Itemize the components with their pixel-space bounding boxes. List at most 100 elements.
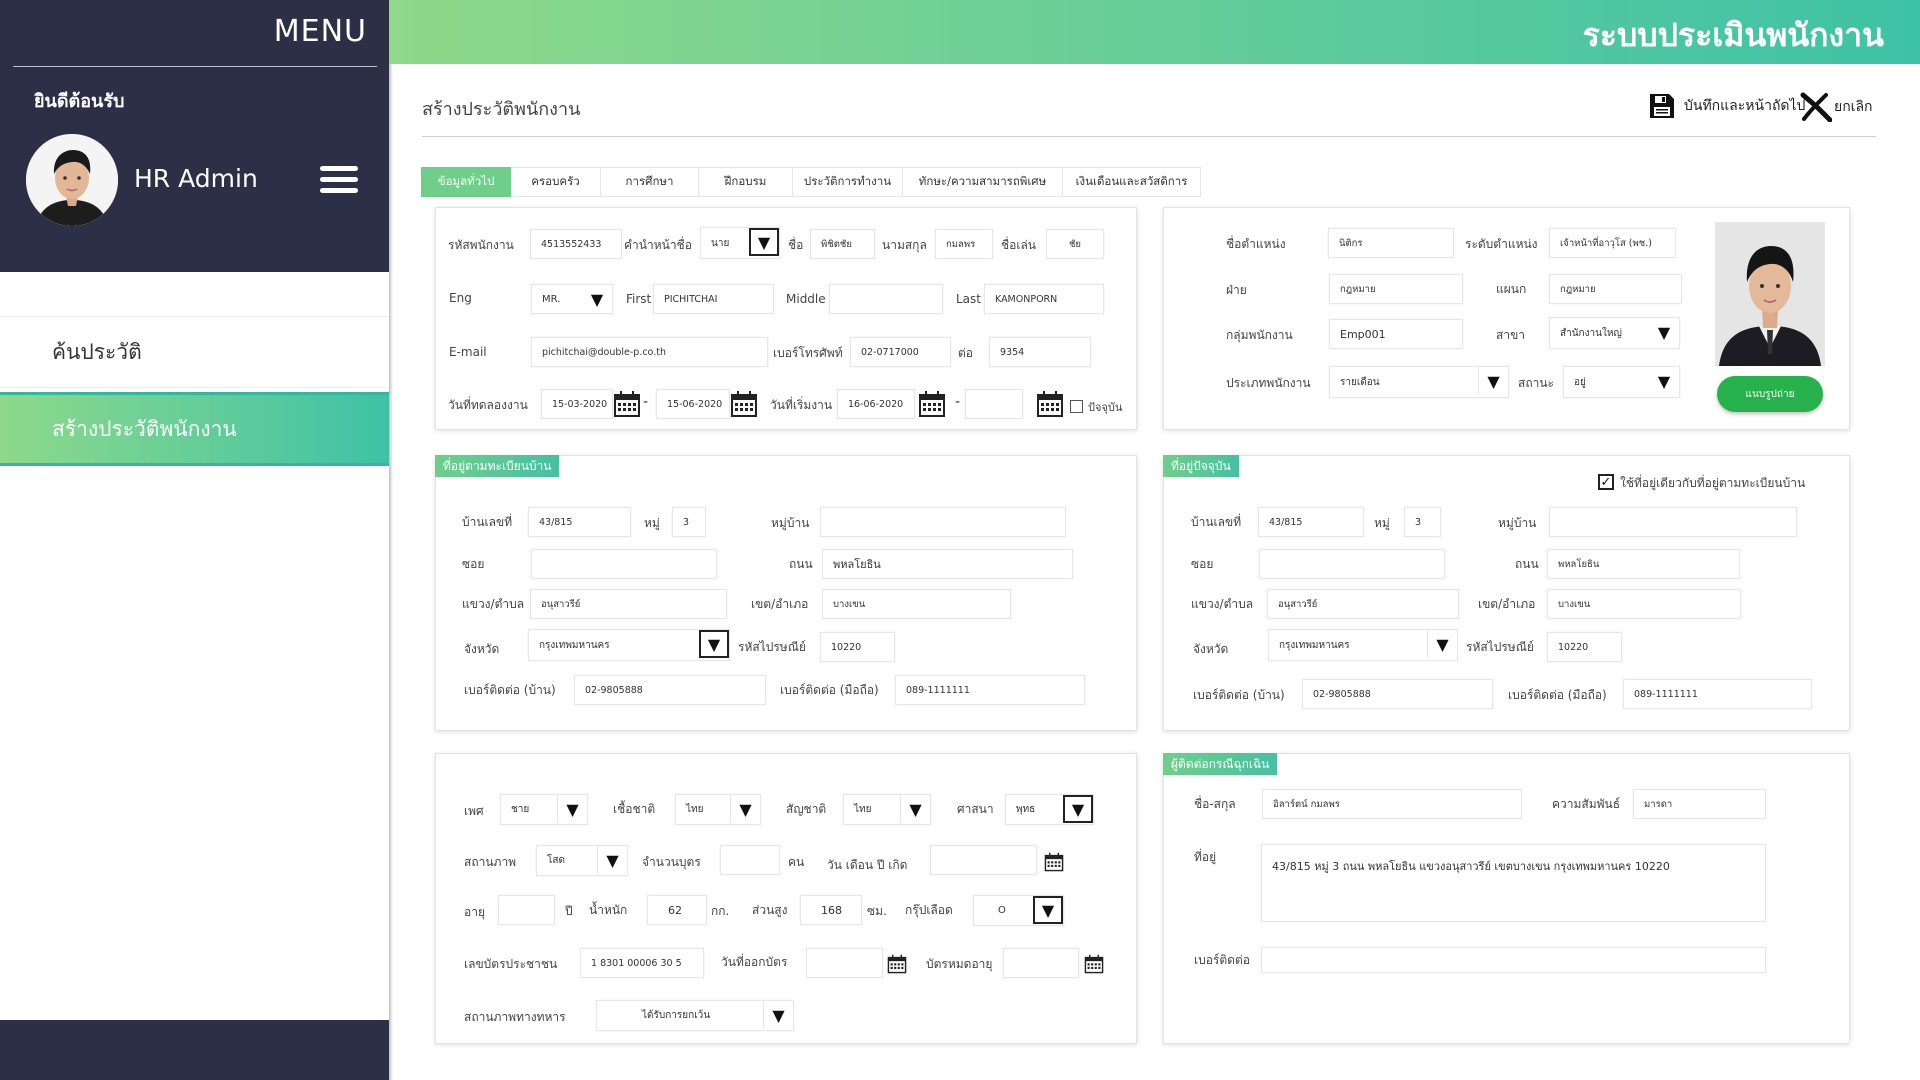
position-level-input[interactable]: เจ้าหน้าที่อาวุโส (พช.) — [1549, 228, 1676, 258]
reg-province-select[interactable]: กรุงเทพมหานคร ▼ — [528, 629, 730, 661]
department-input[interactable]: กฎหมาย — [1549, 274, 1682, 304]
issue-date-input[interactable] — [806, 948, 883, 978]
marital-select[interactable]: โสด ▼ — [536, 845, 628, 876]
nationality-select[interactable]: ไทย ▼ — [843, 794, 931, 825]
phone-label: เบอร์โทรศัพท์ — [773, 346, 843, 360]
calendar-icon[interactable] — [918, 390, 946, 418]
emp-id-input[interactable]: 4513552433 — [530, 229, 622, 259]
reg-zip-label: รหัสไปรษณีย์ — [738, 640, 806, 654]
reg-province-label: จังหวัด — [464, 642, 500, 656]
reg-home-phone-label: เบอร์ติดต่อ (บ้าน) — [464, 683, 556, 697]
emergency-address-textarea[interactable]: 43/815 หมู่ 3 ถนน พหลโยธิน แขวงอนุสาวรีย… — [1261, 844, 1766, 922]
cur-province-select[interactable]: กรุงเทพมหานคร ▼ — [1268, 629, 1458, 661]
emergency-phone-input[interactable] — [1261, 947, 1766, 973]
height-input[interactable]: 168 — [800, 895, 862, 925]
emp-type-select[interactable]: รายเดือน ▼ — [1329, 366, 1509, 398]
nickname-input[interactable]: ชัย — [1046, 229, 1104, 259]
reg-home-phone-input[interactable]: 02-9805888 — [574, 675, 766, 705]
eng-prefix-select[interactable]: MR. ▼ — [531, 284, 613, 314]
dob-input[interactable] — [930, 845, 1037, 875]
weight-input[interactable]: 62 — [647, 895, 707, 925]
blood-select[interactable]: O ▼ — [973, 895, 1064, 926]
cur-district-input[interactable]: บางเขน — [1547, 589, 1741, 619]
children-input[interactable] — [720, 845, 780, 875]
reg-house-input[interactable]: 43/815 — [528, 507, 631, 537]
tab-skills[interactable]: ทักษะ/ความสามารถพิเศษ — [903, 167, 1063, 197]
tab-work-history[interactable]: ประวัติการทำงาน — [793, 167, 903, 197]
sidebar-item-label: ค้นประวัติ — [52, 339, 142, 364]
reg-mobile-input[interactable]: 089-1111111 — [895, 675, 1085, 705]
reg-soi-input[interactable] — [531, 549, 717, 579]
cur-home-phone-input[interactable]: 02-9805888 — [1302, 679, 1493, 709]
cur-subdistrict-input[interactable]: อนุสาวรีย์ — [1267, 589, 1459, 619]
tab-education[interactable]: การศึกษา — [601, 167, 699, 197]
last-en-label: Last — [956, 292, 981, 306]
age-input[interactable] — [498, 895, 555, 925]
ext-input[interactable]: 9354 — [989, 337, 1091, 367]
status-select[interactable]: อยู่ ▼ — [1563, 366, 1680, 398]
emp-group-input[interactable]: Emp001 — [1329, 319, 1463, 349]
emp-type-value: รายเดือน — [1340, 376, 1380, 388]
cur-zip-input[interactable]: 10220 — [1547, 632, 1622, 662]
calendar-icon[interactable] — [887, 954, 907, 974]
tab-family[interactable]: ครอบครัว — [511, 167, 601, 197]
hamburger-menu-icon[interactable] — [320, 166, 358, 194]
emergency-name-input[interactable]: อิลาร์ตน์ กมลพร — [1262, 789, 1522, 819]
reg-moo-input[interactable]: 3 — [672, 507, 706, 537]
cur-house-input[interactable]: 43/815 — [1258, 507, 1364, 537]
first-name-input[interactable]: พิชิตชัย — [810, 229, 875, 259]
current-checkbox[interactable] — [1070, 400, 1083, 413]
first-en-input[interactable]: PICHITCHAI — [653, 284, 774, 314]
reg-village-input[interactable] — [820, 507, 1066, 537]
tab-training[interactable]: ฝึกอบรม — [699, 167, 793, 197]
cur-soi-input[interactable] — [1259, 549, 1445, 579]
calendar-icon[interactable] — [730, 390, 758, 418]
menu-label: MENU — [273, 14, 367, 49]
phone-input[interactable]: 02-0717000 — [850, 337, 951, 367]
email-input[interactable]: pichitchai@double-p.co.th — [531, 337, 768, 367]
religion-select[interactable]: พุทธ ▼ — [1005, 794, 1094, 825]
sidebar-item-create[interactable]: สร้างประวัติพนักงาน — [0, 392, 389, 466]
race-select[interactable]: ไทย ▼ — [675, 794, 761, 825]
calendar-icon[interactable] — [1084, 954, 1104, 974]
tab-general[interactable]: ข้อมูลทั่วไป — [421, 167, 511, 197]
reg-subdistrict-input[interactable]: อนุสาวรีย์ — [530, 589, 727, 619]
branch-select[interactable]: สำนักงานใหญ่ ▼ — [1549, 317, 1680, 349]
id-card-input[interactable]: 1 8301 00006 30 5 — [580, 948, 704, 978]
reg-zip-input[interactable]: 10220 — [820, 632, 895, 662]
reg-road-input[interactable]: พหลโยธิน — [822, 549, 1073, 579]
save-next-button[interactable]: บันทึกและหน้าถัดไป — [1648, 92, 1805, 120]
page-title: สร้างประวัติพนักงาน — [422, 99, 581, 120]
cancel-button[interactable]: ยกเลิก — [1800, 92, 1873, 122]
cur-village-input[interactable] — [1549, 507, 1797, 537]
emergency-phone-label: เบอร์ติดต่อ — [1194, 953, 1250, 967]
relation-input[interactable]: มารดา — [1633, 789, 1766, 819]
trial-end-input[interactable]: 15-06-2020 — [656, 389, 730, 419]
tab-salary[interactable]: เงินเดือนและสวัสดิการ — [1063, 167, 1201, 197]
middle-en-input[interactable] — [829, 284, 943, 314]
status-value: อยู่ — [1574, 376, 1586, 388]
expire-date-input[interactable] — [1003, 948, 1079, 978]
sidebar-item-search[interactable]: ค้นประวัติ — [0, 316, 389, 388]
sex-select[interactable]: ชาย ▼ — [500, 794, 588, 825]
last-name-input[interactable]: กมลพร — [935, 229, 993, 259]
last-en-input[interactable]: KAMONPORN — [984, 284, 1104, 314]
calendar-icon[interactable] — [1044, 852, 1064, 872]
prefix-select[interactable]: นาย ▼ — [700, 227, 780, 259]
attach-photo-button[interactable]: แนบรูปถ่าย — [1717, 376, 1823, 412]
calendar-icon[interactable] — [1036, 390, 1064, 418]
reg-district-input[interactable]: บางเขน — [822, 589, 1011, 619]
cur-moo-input[interactable]: 3 — [1404, 507, 1441, 537]
cur-road-input[interactable]: พหลโยธิน — [1547, 549, 1740, 579]
position-title-input[interactable]: นิติกร — [1328, 228, 1454, 258]
age-label: อายุ — [464, 905, 485, 919]
same-address-checkbox[interactable]: ✓ — [1598, 474, 1614, 490]
eng-prefix-value: MR. — [542, 293, 561, 305]
division-input[interactable]: กฎหมาย — [1329, 274, 1463, 304]
cur-mobile-input[interactable]: 089-1111111 — [1623, 679, 1812, 709]
end-date-input[interactable] — [965, 389, 1023, 419]
start-date-input[interactable]: 16-06-2020 — [837, 389, 915, 419]
military-select[interactable]: ได้รับการยกเว้น ▼ — [596, 1000, 794, 1031]
calendar-icon[interactable] — [613, 390, 641, 418]
trial-start-input[interactable]: 15-03-2020 — [541, 389, 613, 419]
